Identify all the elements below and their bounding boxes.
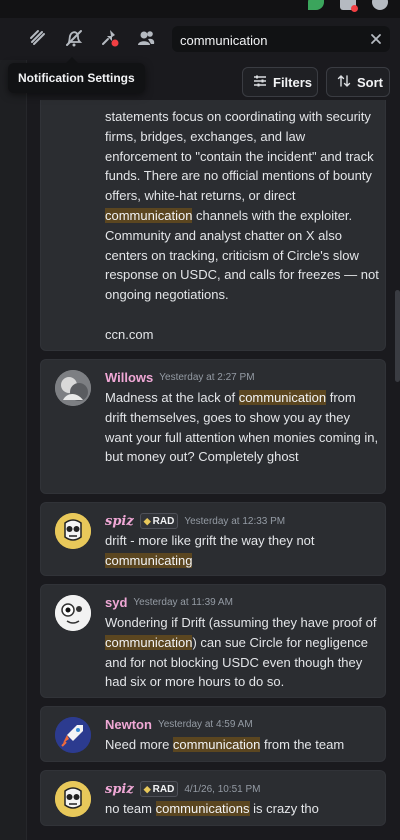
timestamp: Yesterday at 2:27 PM — [159, 372, 255, 383]
avatar[interactable] — [55, 781, 91, 817]
members-icon[interactable] — [134, 26, 158, 50]
author-name[interactable]: Willows — [105, 370, 153, 385]
diamond-icon: ◆ — [143, 515, 151, 526]
text-segment: is crazy tho — [249, 801, 319, 816]
author-name[interactable]: spiz — [105, 514, 134, 529]
avatar[interactable] — [55, 513, 91, 549]
sort-arrows-icon — [337, 74, 351, 91]
search-highlight: communication — [172, 737, 261, 752]
filters-label: Filters — [273, 74, 313, 90]
search-results[interactable]: statements focus on coordinating with se… — [26, 100, 400, 840]
search-result-card[interactable]: spiz ◆ RAD Yesterday at 12:33 PM drift - … — [40, 502, 386, 576]
text-segment: Madness at the lack of — [105, 390, 239, 405]
sort-button[interactable]: Sort — [326, 67, 390, 97]
text-segment: statements focus on coordinating with se… — [105, 109, 374, 204]
search-result-card[interactable]: Willows Yesterday at 2:27 PM Madness at … — [40, 359, 386, 494]
text-segment: drift - more like grift the way they not — [105, 533, 315, 548]
message-header: Newton Yesterday at 4:59 AM — [105, 717, 253, 732]
help-icon[interactable] — [372, 0, 388, 10]
notification-settings-tooltip: Notification Settings — [8, 57, 145, 93]
search-box[interactable] — [172, 26, 390, 52]
text-segment: Wondering if Drift (assuming they have p… — [105, 615, 377, 630]
search-input[interactable] — [178, 29, 362, 51]
message-header: syd Yesterday at 11:39 AM — [105, 595, 233, 610]
search-highlight: communication — [238, 390, 327, 405]
text-segment: from the team — [260, 737, 345, 752]
search-highlight: communication — [105, 207, 193, 223]
close-icon[interactable] — [368, 31, 384, 47]
pin-icon[interactable] — [98, 26, 122, 50]
search-result-card[interactable]: syd Yesterday at 11:39 AM Wondering if D… — [40, 584, 386, 698]
search-result-card[interactable]: statements focus on coordinating with se… — [40, 100, 386, 351]
timestamp: Yesterday at 12:33 PM — [184, 515, 286, 527]
avatar[interactable] — [55, 595, 91, 631]
sort-label: Sort — [357, 74, 383, 90]
sliders-icon — [253, 74, 267, 91]
message-header: spiz ◆ RAD 4/1/26, 10:51 PM — [105, 781, 261, 797]
search-result-card[interactable]: spiz ◆ RAD 4/1/26, 10:51 PM no team commu… — [40, 770, 386, 826]
message-content: no team communications is crazy tho — [105, 799, 381, 819]
avatar[interactable] — [55, 717, 91, 753]
message-header: spiz ◆ RAD Yesterday at 12:33 PM — [105, 513, 285, 529]
timestamp: Yesterday at 4:59 AM — [157, 719, 253, 730]
server-tag: ◆ RAD — [139, 513, 179, 529]
search-highlight: communications — [155, 801, 250, 816]
bell-slash-icon[interactable] — [62, 26, 86, 50]
timestamp: Yesterday at 11:39 AM — [133, 597, 233, 608]
filters-button[interactable]: Filters — [242, 67, 318, 97]
server-tag: ◆ RAD — [139, 781, 179, 797]
avatar[interactable] — [55, 370, 91, 406]
search-highlight: communication — [105, 634, 193, 650]
window-top-strip — [0, 0, 400, 18]
leaf-icon[interactable] — [308, 0, 324, 10]
message-content: Madness at the lack of communication fro… — [105, 388, 381, 467]
results-scrollbar[interactable] — [395, 290, 400, 382]
text-segment: Need more — [105, 737, 173, 752]
author-name[interactable]: syd — [105, 595, 127, 610]
message-content: Need more communication from the team — [105, 735, 381, 755]
message-content: Wondering if Drift (assuming they have p… — [105, 613, 381, 692]
message-content: statements focus on coordinating with se… — [105, 107, 381, 345]
search-result-card[interactable]: Newton Yesterday at 4:59 AM Need more co… — [40, 706, 386, 762]
text-segment: no team — [105, 801, 156, 816]
server-tag-label: RAD — [152, 783, 175, 795]
message-header: Willows Yesterday at 2:27 PM — [105, 370, 255, 385]
channel-list-edge — [0, 60, 27, 840]
author-name[interactable]: Newton — [105, 717, 152, 732]
diamond-icon: ◆ — [143, 783, 151, 794]
timestamp: 4/1/26, 10:51 PM — [184, 783, 261, 795]
source-footer: ccn.com — [105, 326, 154, 342]
inbox-icon[interactable] — [340, 0, 358, 12]
search-highlight: communicating — [105, 552, 193, 568]
author-name[interactable]: spiz — [105, 782, 134, 797]
server-tag-label: RAD — [152, 515, 175, 527]
message-content: drift - more like grift the way they not… — [105, 531, 381, 571]
threads-icon[interactable] — [26, 26, 50, 50]
